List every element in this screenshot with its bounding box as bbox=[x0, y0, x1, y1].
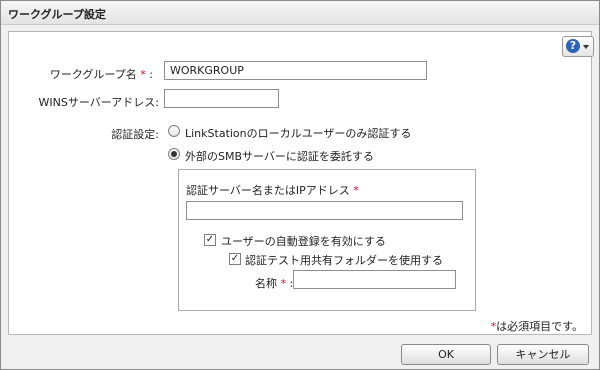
auth-server-label: 認証サーバー名またはIPアドレス * bbox=[186, 184, 359, 197]
radio-local-auth[interactable] bbox=[168, 125, 180, 137]
radio-external-smb-auth[interactable] bbox=[168, 148, 180, 160]
wins-server-input[interactable] bbox=[164, 89, 279, 108]
test-folder-checkbox[interactable]: ✓ bbox=[229, 253, 241, 265]
auth-setting-label: 認証設定: bbox=[111, 128, 159, 141]
help-button[interactable]: ? bbox=[562, 36, 594, 57]
dialog-content: ? ワークグループ名 * : WINSサーバーアドレス: 認証設定: LinkS… bbox=[8, 31, 594, 335]
dialog-title: ワークグループ設定 bbox=[8, 8, 106, 21]
auto-register-checkbox[interactable]: ✓ bbox=[204, 234, 216, 246]
question-icon: ? bbox=[566, 39, 580, 53]
radio-external-smb-auth-label: 外部のSMBサーバーに認証を委託する bbox=[185, 150, 374, 163]
dialog-footer: OK キャンセル bbox=[1, 339, 599, 369]
external-auth-group: 認証サーバー名またはIPアドレス * ✓ ユーザーの自動登録を有効にする ✓ 認… bbox=[178, 169, 476, 311]
required-mark: * bbox=[353, 184, 359, 197]
wins-server-label: WINSサーバーアドレス: bbox=[38, 96, 160, 109]
workgroup-name-input[interactable] bbox=[164, 61, 427, 80]
required-mark: * bbox=[140, 68, 146, 81]
auto-register-label: ユーザーの自動登録を有効にする bbox=[221, 235, 386, 248]
workgroup-name-label: ワークグループ名 * : bbox=[49, 68, 153, 81]
dialog-titlebar: ワークグループ設定 bbox=[1, 1, 599, 25]
workgroup-settings-dialog: ワークグループ設定 ? ワークグループ名 * : WINSサーバーアドレス: 認… bbox=[0, 0, 600, 370]
auth-server-input[interactable] bbox=[186, 201, 463, 220]
test-folder-label: 認証テスト用共有フォルダーを使用する bbox=[245, 254, 443, 267]
radio-local-auth-label: LinkStationのローカルユーザーのみ認証する bbox=[185, 127, 412, 140]
required-mark: * bbox=[280, 277, 287, 290]
folder-name-label: 名称 * : bbox=[255, 277, 294, 290]
cancel-button[interactable]: キャンセル bbox=[497, 344, 589, 365]
folder-name-input[interactable] bbox=[293, 270, 456, 289]
chevron-down-icon bbox=[583, 45, 589, 49]
required-note: *は必須項目です。 bbox=[490, 320, 583, 333]
ok-button[interactable]: OK bbox=[401, 344, 491, 365]
